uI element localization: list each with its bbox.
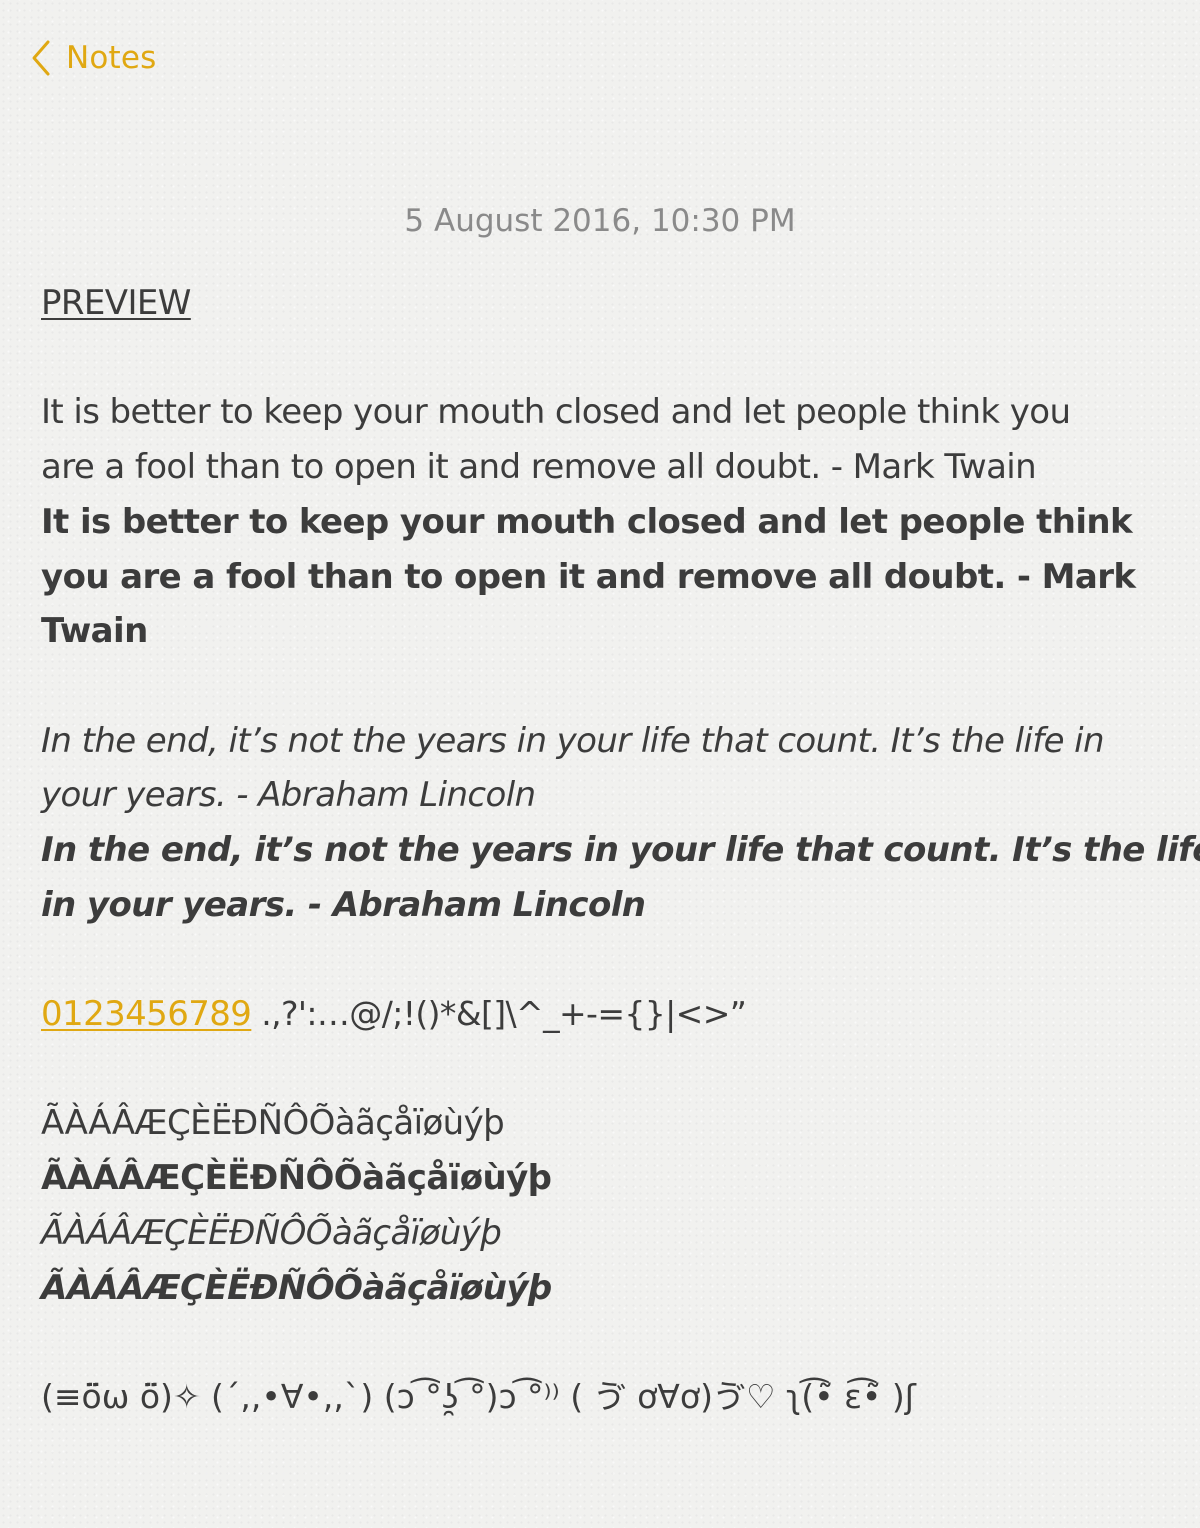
note-body[interactable]: PREVIEW It is better to keep your mouth … [41,276,1200,1425]
quote1-bold-line: you are a fool than to open it and remov… [41,556,1136,597]
back-button[interactable]: Notes [30,38,157,78]
accents-italic-line: ÃÀÁÂÆÇÈËÐÑÔÕàãçåïøùýþ [41,1212,502,1253]
accents-regular-line: ÃÀÁÂÆÇÈËÐÑÔÕàãçåïøùýþ [41,1103,505,1144]
quote1-regular-line: are a fool than to open it and remove al… [41,447,1037,488]
accents-bold-italic-line: ÃÀÁÂÆÇÈËÐÑÔÕàãçåïøùýþ [41,1267,552,1308]
numbers-symbols-line: 0123456789 .,?':…@/;!()*&[]\^_+-={}|<>” [41,987,1166,1042]
quote2-bold-italic-line: in your years. - Abraham Lincoln [41,884,646,925]
kaomoji-line: (≡ö̈ω ö̈)✧ (´,,•∀•,,`) (ↄ ͡°ʖ̯ ͡°)ↄ ͡°⁾⁾… [41,1376,916,1416]
phone-number-link[interactable]: 0123456789 [41,994,252,1034]
quote1-bold-line: Twain [41,611,148,652]
note-heading: PREVIEW [41,283,191,323]
accents-bold-line: ÃÀÁÂÆÇÈËÐÑÔÕàãçåïøùýþ [41,1158,552,1199]
chevron-left-icon [32,40,50,76]
quote2-italic-line: In the end, it’s not the years in your l… [41,720,1105,761]
quote2-bold-italic-line: In the end, it’s not the years in your l… [41,830,1200,870]
symbols-text: .,?':…@/;!()*&[]\^_+-={}|<>” [251,994,747,1034]
quote2-italic-line: your years. - Abraham Lincoln [41,775,536,816]
back-label: Notes [66,40,157,76]
quote1-bold-line: It is better to keep your mouth closed a… [41,501,1133,542]
note-date: 5 August 2016, 10:30 PM [404,203,796,239]
quote1-regular-line: It is better to keep your mouth closed a… [41,392,1071,433]
